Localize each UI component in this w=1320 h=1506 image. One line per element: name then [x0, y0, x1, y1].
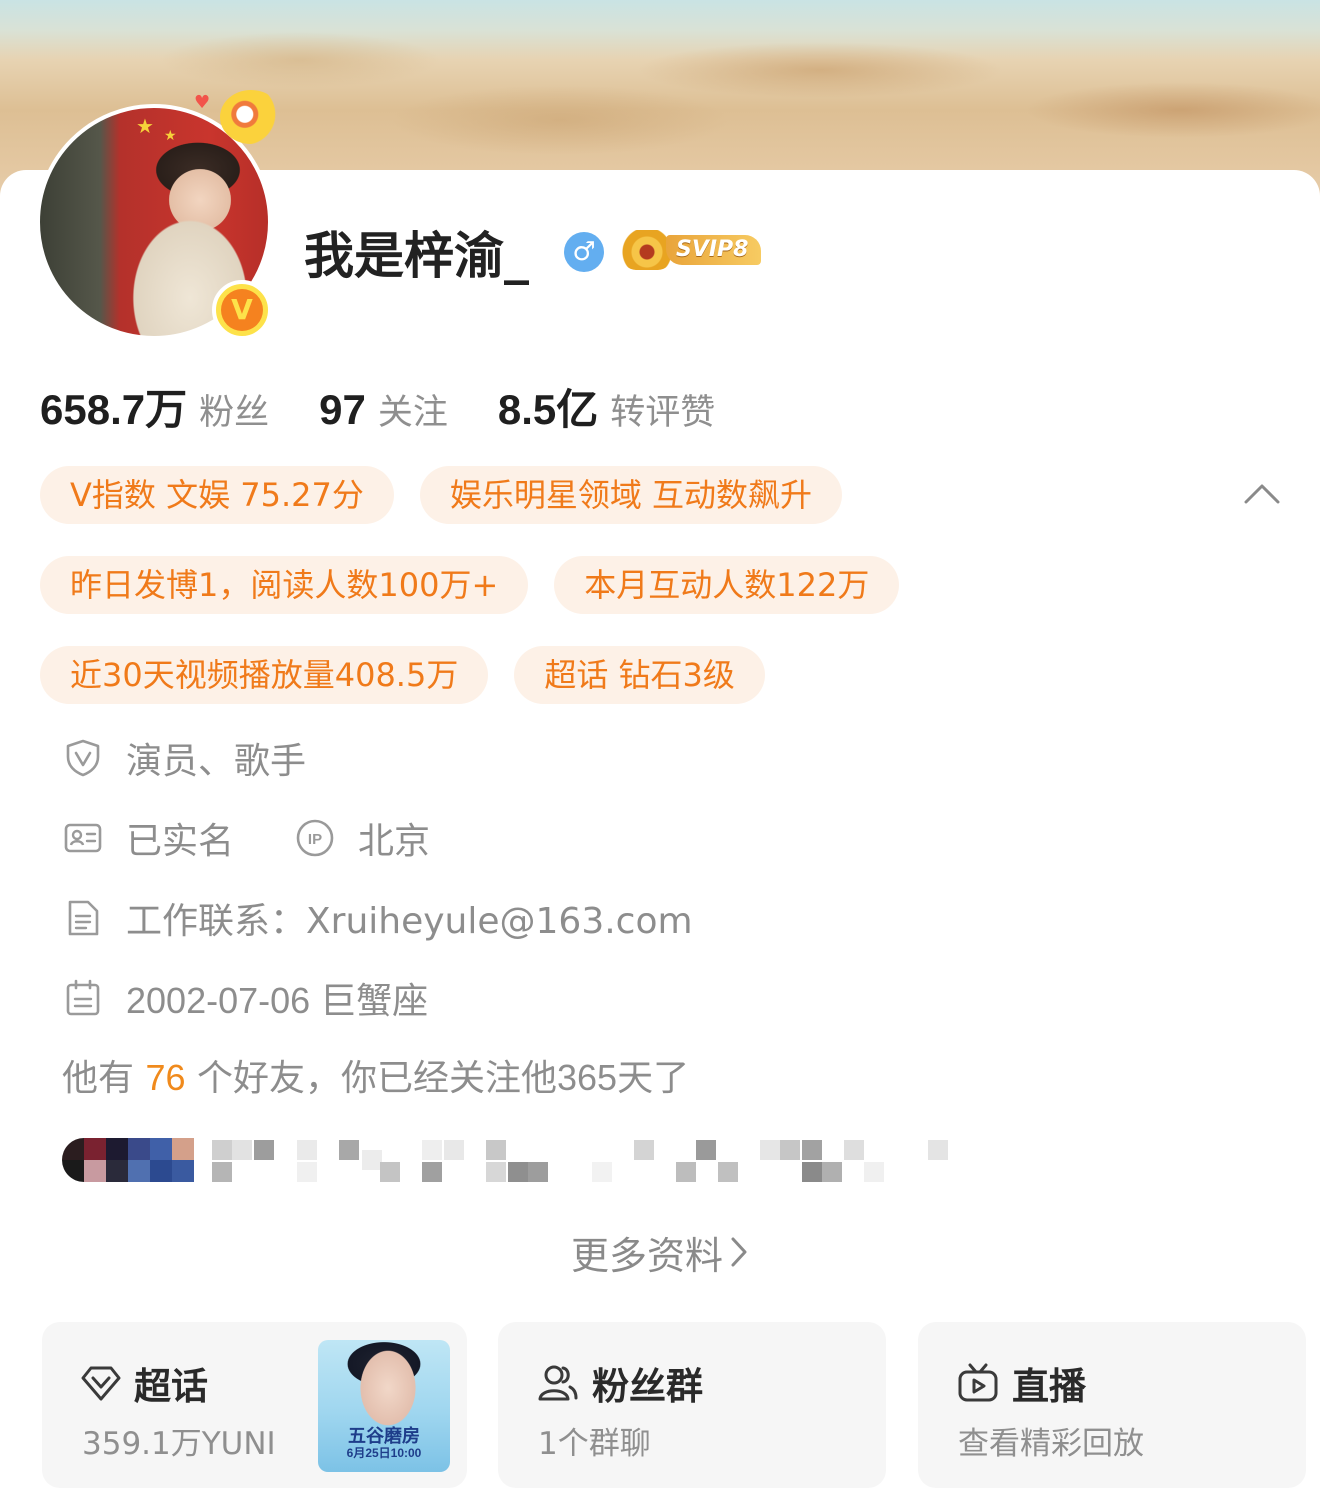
- friend-avatar: [62, 1138, 194, 1182]
- super-topic-title-row: 超话: [80, 1356, 208, 1410]
- calendar-icon: [66, 979, 100, 1016]
- document-icon: [68, 900, 99, 936]
- chevron-right-icon: [731, 1237, 747, 1267]
- fan-group-subtitle: 1个群聊: [538, 1426, 651, 1462]
- super-topic-poster-image[interactable]: 五谷磨房 6月25日10:00: [318, 1340, 450, 1472]
- live-subtitle: 查看精彩回放: [958, 1426, 1144, 1462]
- more-info-link[interactable]: 更多资料: [0, 1230, 1320, 1282]
- diamond-icon: [81, 1366, 121, 1401]
- profile-stats: 658.7万 粉丝 97 关注 8.5亿 转评赞: [40, 376, 765, 435]
- avatar[interactable]: ★ ★ ♥ V: [36, 90, 282, 340]
- verified-shield-icon: [66, 739, 100, 777]
- super-topic-card[interactable]: 超话 359.1万YUNI 五谷磨房 6月25日10:00: [42, 1322, 467, 1488]
- profile-name: 我是梓渝_: [304, 227, 529, 285]
- flag-star-icon: ★: [136, 114, 154, 138]
- friend-avatars-mosaic[interactable]: [62, 1138, 962, 1184]
- tag-row: 昨日发博1，阅读人数100万+ 本月互动人数122万: [40, 556, 925, 614]
- interactions-count: 8.5亿: [497, 386, 599, 433]
- video-plays-tag[interactable]: 近30天视频播放量408.5万: [40, 646, 489, 704]
- ip-location-icon: IP: [296, 819, 334, 857]
- fan-group-title: 粉丝群: [592, 1365, 703, 1408]
- domain-tag[interactable]: 娱乐明星领域 互动数飙升: [419, 466, 843, 524]
- occupation-text: 演员、歌手: [126, 741, 307, 782]
- post-reads-tag[interactable]: 昨日发博1，阅读人数100万+: [40, 556, 529, 614]
- followers-count[interactable]: 658.7万: [40, 376, 187, 437]
- svip-level-label: SVIP8: [666, 235, 761, 265]
- collapse-chevron-up-icon[interactable]: [1242, 478, 1282, 508]
- verified-badge-icon: V: [212, 280, 272, 340]
- ip-location-text: 北京: [358, 821, 431, 862]
- id-card-icon: [64, 823, 102, 853]
- tag-row: 近30天视频播放量408.5万 超话 钻石3级: [40, 646, 791, 704]
- svg-text:IP: IP: [308, 831, 322, 848]
- birthday-row: 2002-07-06 巨蟹座: [62, 974, 428, 1022]
- super-topic-level-tag[interactable]: 超话 钻石3级: [514, 646, 765, 704]
- group-users-icon: [538, 1365, 578, 1401]
- friends-middle: 个好友，你已经关注他: [196, 1058, 557, 1099]
- following-count[interactable]: 97: [319, 386, 366, 434]
- interactions-label: 转评赞: [610, 393, 716, 433]
- flag-star-icon: ★: [164, 128, 177, 144]
- svip-badge[interactable]: SVIP8: [622, 230, 778, 270]
- contact-row: 工作联系：Xruiheyule@163.com: [62, 894, 693, 942]
- following-label[interactable]: 关注: [378, 384, 448, 435]
- friends-count: 76: [145, 1057, 186, 1098]
- fan-group-card[interactable]: 粉丝群 1个群聊: [498, 1322, 886, 1488]
- live-card[interactable]: 直播 查看精彩回放: [918, 1322, 1306, 1488]
- avatar-pendant-icon: [220, 90, 282, 144]
- fan-group-title-row: 粉丝群: [536, 1356, 703, 1410]
- occupation-row: 演员、歌手: [62, 734, 306, 782]
- v-index-tag[interactable]: V指数 文娱 75.27分: [40, 466, 394, 524]
- identity-row: 已实名 IP 北京: [62, 814, 430, 862]
- mutual-friends-text[interactable]: 他有 76 个好友，你已经关注他365天了: [62, 1054, 689, 1103]
- friends-suffix: 天了: [617, 1058, 690, 1099]
- monthly-interactions-tag[interactable]: 本月互动人数122万: [554, 556, 900, 614]
- live-title-row: 直播: [956, 1356, 1086, 1410]
- more-info-label: 更多资料: [570, 1234, 723, 1278]
- live-title: 直播: [1012, 1365, 1086, 1408]
- poster-date: 6月25日10:00: [346, 1446, 422, 1460]
- followers-label[interactable]: 粉丝: [199, 384, 269, 435]
- follow-days: 365: [556, 1057, 618, 1098]
- work-contact-text[interactable]: 工作联系：Xruiheyule@163.com: [126, 892, 693, 944]
- live-tv-icon: [958, 1363, 998, 1402]
- super-topic-title: 超话: [134, 1365, 208, 1408]
- tag-row: V指数 文娱 75.27分 娱乐明星领域 互动数飙升: [40, 466, 868, 524]
- real-name-text: 已实名: [126, 821, 235, 862]
- super-topic-subtitle: 359.1万YUNI: [82, 1426, 276, 1462]
- birthday-text: 2002-07-06 巨蟹座: [126, 980, 429, 1021]
- heart-icon: ♥: [194, 92, 211, 113]
- friends-prefix: 他有: [62, 1058, 135, 1099]
- crown-icon: [622, 230, 672, 270]
- male-gender-icon: ♂: [564, 232, 604, 272]
